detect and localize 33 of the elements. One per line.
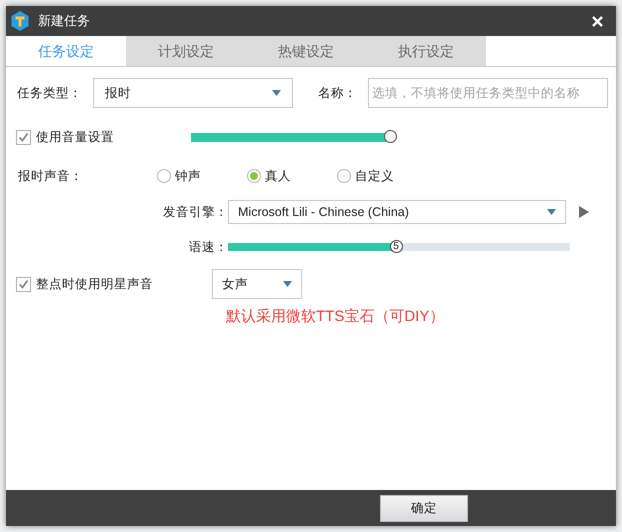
field-label: 语速： — [188, 238, 228, 256]
field-label: 发音引擎： — [162, 204, 228, 221]
tab[interactable]: 执行设定 — [366, 36, 486, 66]
radio-button[interactable] — [337, 169, 351, 183]
slider-thumb[interactable]: 5 — [390, 240, 403, 253]
confirm-button[interactable]: 确定 — [380, 494, 468, 522]
field-label: 名称： — [318, 84, 358, 102]
checkbox-label: 整点时使用明星声音 — [36, 276, 154, 293]
tab[interactable]: 热键设定 — [246, 36, 366, 66]
name-input[interactable]: 选填，不填将使用任务类型中的名称 — [368, 78, 608, 108]
checkbox-label: 使用音量设置 — [36, 128, 115, 146]
tab[interactable]: 计划设定 — [126, 36, 246, 66]
field-label: 报时声音： — [18, 168, 84, 185]
checkbox[interactable] — [16, 130, 31, 144]
caret-icon — [547, 209, 556, 215]
radio-label: 钟声 — [175, 168, 201, 185]
note-text: 默认采用微软TTS宝石（可DIY） — [226, 308, 444, 325]
engine-dropdown[interactable]: Microsoft Lili - Chinese (China) — [228, 200, 566, 224]
radio-button[interactable] — [247, 169, 261, 183]
radio-label: 自定义 — [355, 168, 394, 185]
app-logo-icon — [9, 10, 31, 32]
close-icon[interactable] — [592, 16, 603, 26]
caret-icon — [272, 90, 281, 96]
task-type-dropdown[interactable]: 报时 — [93, 78, 293, 108]
radio-label: 真人 — [265, 168, 291, 185]
voice-dropdown[interactable]: 女声 — [212, 269, 302, 299]
radio-button[interactable] — [157, 169, 171, 183]
checkbox[interactable] — [16, 276, 31, 292]
window-title: 新建任务 — [38, 12, 90, 30]
field-label: 任务类型： — [17, 84, 83, 102]
caret-icon — [283, 281, 292, 287]
slider-thumb[interactable] — [384, 130, 397, 142]
play-icon[interactable] — [579, 206, 589, 218]
